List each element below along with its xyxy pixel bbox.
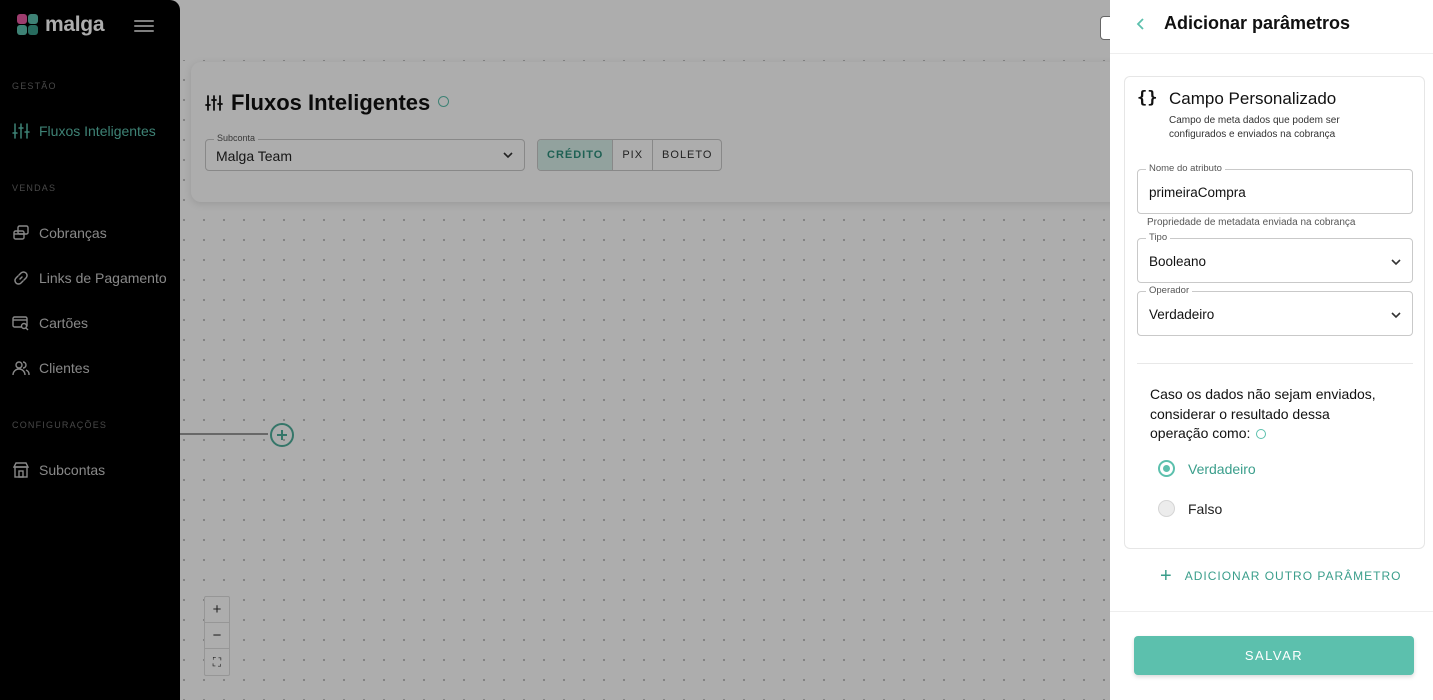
card-subtitle: Campo de meta dados que podem ser config… <box>1169 115 1340 140</box>
radio-selected-icon <box>1158 460 1175 477</box>
add-parameters-drawer: Adicionar parâmetros {} Campo Personaliz… <box>1110 0 1433 700</box>
info-icon[interactable] <box>1256 429 1267 439</box>
app: Fluxos Inteligentes Subconta Malga Team … <box>0 0 1433 700</box>
operator-value: Verdadeiro <box>1149 307 1215 322</box>
attribute-name-field[interactable]: Nome do atributo primeiraCompra <box>1137 163 1413 214</box>
add-another-parameter-button[interactable]: + ADICIONAR OUTRO PARÂMETRO <box>1160 565 1402 587</box>
fallback-question: Caso os dados não sejam enviados, consid… <box>1150 385 1390 444</box>
type-value: Booleano <box>1149 254 1207 269</box>
plus-icon: + <box>1160 565 1173 587</box>
radio-verdadeiro[interactable]: Verdadeiro <box>1158 460 1256 477</box>
radio-unselected-icon <box>1158 500 1175 517</box>
type-select[interactable]: Tipo Booleano <box>1137 232 1413 283</box>
radio-label: Falso <box>1188 500 1223 517</box>
back-arrow-icon[interactable] <box>1134 15 1148 33</box>
card-title: Campo Personalizado <box>1169 89 1337 108</box>
attribute-name-label: Nome do atributo <box>1146 163 1225 174</box>
chevron-down-icon <box>1391 259 1401 266</box>
footer-divider <box>1110 611 1433 612</box>
drawer-header: Adicionar parâmetros <box>1110 0 1433 54</box>
type-label: Tipo <box>1146 232 1171 243</box>
braces-icon: {} <box>1137 88 1158 108</box>
attribute-helper: Propriedade de metadata enviada na cobra… <box>1147 217 1356 228</box>
drawer-title: Adicionar parâmetros <box>1164 13 1351 33</box>
divider <box>1137 363 1413 364</box>
radio-label: Verdadeiro <box>1188 460 1256 477</box>
save-button[interactable]: SALVAR <box>1134 636 1414 675</box>
radio-falso[interactable]: Falso <box>1158 500 1222 517</box>
operator-label: Operador <box>1146 285 1193 296</box>
modal-overlay[interactable] <box>0 0 1110 700</box>
custom-field-card: {} Campo Personalizado Campo de meta dad… <box>1124 76 1425 549</box>
attribute-name-value: primeiraCompra <box>1149 185 1246 200</box>
operator-select[interactable]: Operador Verdadeiro <box>1137 285 1413 336</box>
chevron-down-icon <box>1391 312 1401 319</box>
add-param-label: ADICIONAR OUTRO PARÂMETRO <box>1184 569 1402 583</box>
